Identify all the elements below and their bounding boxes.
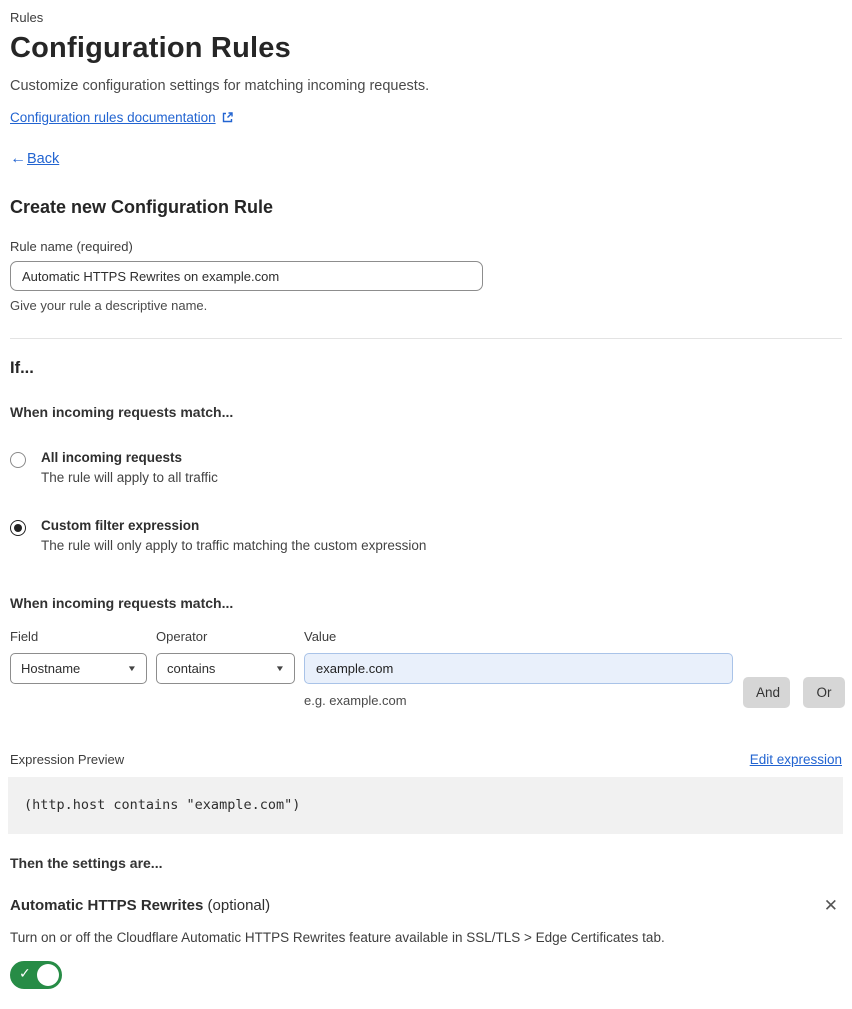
edit-expression-link[interactable]: Edit expression [750, 752, 842, 767]
back-row: ← Back [10, 150, 842, 168]
radio-description: The rule will apply to all traffic [41, 470, 218, 485]
operator-select-value: contains [167, 661, 216, 676]
chevron-down-icon: ▼ [274, 664, 286, 673]
field-select-value: Hostname [21, 661, 81, 676]
setting-description: Turn on or off the Cloudflare Automatic … [10, 930, 665, 945]
then-heading: Then the settings are... [10, 855, 163, 871]
external-link-icon [221, 111, 234, 124]
or-button[interactable]: Or [803, 677, 845, 708]
and-button[interactable]: And [743, 677, 790, 708]
expression-code: (http.host contains "example.com") [24, 797, 301, 813]
value-label: Value [304, 629, 337, 644]
expression-builder-row: Field Hostname ▼ Operator contains ▼ Val… [10, 629, 845, 708]
breadcrumb: Rules [10, 10, 44, 25]
radio-all-incoming-requests[interactable]: All incoming requests The rule will appl… [10, 450, 842, 485]
expression-preview-box: (http.host contains "example.com") [8, 777, 843, 834]
field-select[interactable]: Hostname ▼ [10, 653, 147, 684]
radio-label: All incoming requests [41, 450, 183, 465]
radio-label: Custom filter expression [41, 518, 200, 533]
operator-label: Operator [156, 629, 208, 644]
rule-name-label: Rule name (required) [10, 239, 133, 254]
field-label: Field [10, 629, 39, 644]
chevron-down-icon: ▼ [126, 664, 138, 673]
value-help: e.g. example.com [304, 693, 407, 708]
operator-select[interactable]: contains ▼ [156, 653, 295, 684]
check-icon: ✓ [19, 965, 31, 981]
if-heading: If... [10, 359, 34, 377]
documentation-link[interactable]: Configuration rules documentation [10, 110, 216, 125]
radio-icon[interactable] [10, 520, 26, 536]
expression-preview-label: Expression Preview [10, 752, 125, 767]
toggle-knob [37, 964, 59, 986]
rule-name-help: Give your rule a descriptive name. [10, 298, 208, 313]
configuration-rules-page: Rules Configuration Rules Customize conf… [0, 0, 852, 1009]
back-arrow-icon: ← [10, 150, 26, 167]
match-heading: When incoming requests match... [10, 404, 234, 420]
back-link[interactable]: Back [27, 151, 59, 167]
page-title: Configuration Rules [10, 32, 291, 64]
rule-name-input[interactable] [10, 261, 483, 291]
radio-custom-filter-expression[interactable]: Custom filter expression The rule will o… [10, 518, 842, 553]
expression-builder-heading: When incoming requests match... [10, 595, 234, 611]
section-divider [10, 338, 842, 339]
page-subtitle: Customize configuration settings for mat… [10, 78, 430, 94]
https-rewrites-toggle[interactable]: ✓ [10, 961, 62, 989]
value-input[interactable] [304, 653, 733, 684]
radio-icon[interactable] [10, 452, 26, 468]
radio-description: The rule will only apply to traffic matc… [41, 538, 427, 553]
create-rule-heading: Create new Configuration Rule [10, 197, 274, 217]
